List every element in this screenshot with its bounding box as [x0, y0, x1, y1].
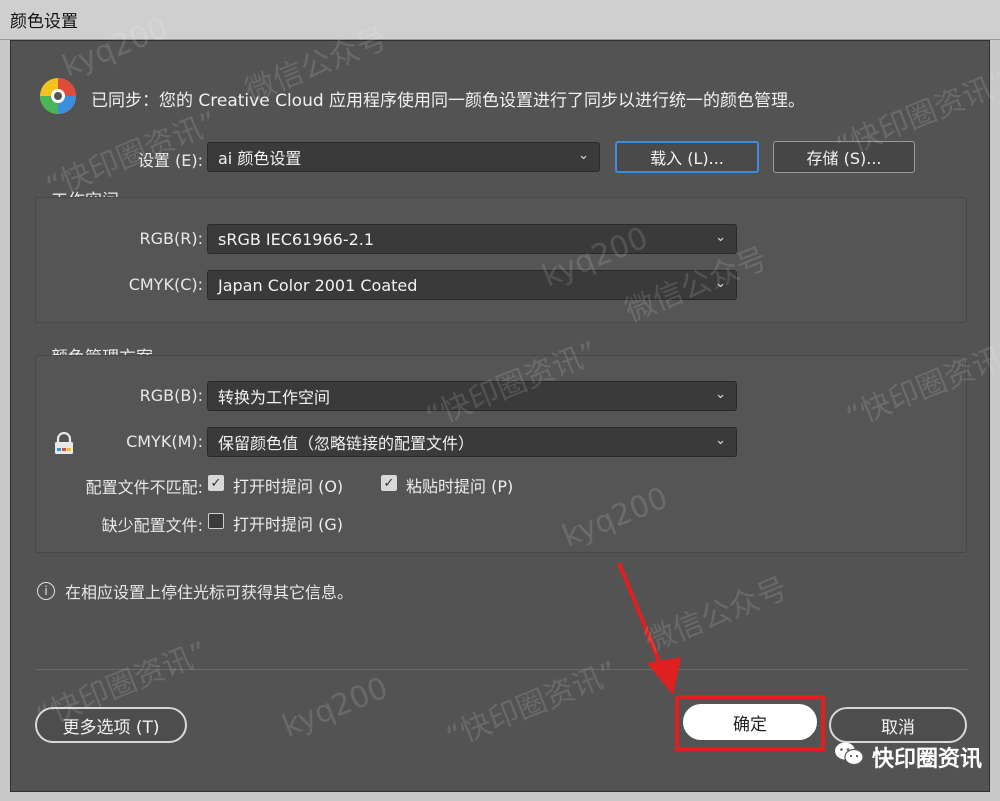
policy-rgb-value: 转换为工作空间: [218, 388, 331, 407]
policy-cmyk-label: CMYK(M):: [126, 432, 203, 451]
checkmark-icon: ✓: [383, 475, 395, 491]
info-text: 在相应设置上停住光标可获得其它信息。: [65, 583, 354, 602]
policy-rgb-select[interactable]: 转换为工作空间 ⌄: [207, 381, 737, 411]
info-row: i 在相应设置上停住光标可获得其它信息。: [37, 579, 353, 603]
policy-cmyk-value: 保留颜色值（忽略链接的配置文件）: [218, 434, 475, 453]
mismatch-paste-text: 粘贴时提问 (P): [406, 477, 514, 496]
mismatch-paste-checkbox[interactable]: ✓: [381, 475, 397, 491]
policy-cmyk-select[interactable]: 保留颜色值（忽略链接的配置文件） ⌄: [207, 427, 737, 457]
workspace-cmyk-label: CMYK(C):: [128, 275, 203, 294]
workspace-rgb-label: RGB(R):: [139, 229, 203, 248]
wechat-icon: [834, 741, 864, 773]
mismatch-open-text: 打开时提问 (O): [233, 477, 344, 496]
missing-open-checkbox[interactable]: [208, 513, 224, 529]
settings-select[interactable]: ai 颜色设置 ⌄: [207, 142, 600, 172]
missing-label: 缺少配置文件:: [101, 516, 203, 535]
policy-rgb-label: RGB(B):: [139, 386, 203, 405]
settings-label: 设置 (E):: [137, 151, 203, 170]
window-frame: 颜色设置 已同步：您的 Creative Cloud 应用程序使用同一颜色设置进…: [0, 0, 1000, 801]
chevron-down-icon: ⌄: [715, 276, 726, 291]
chevron-down-icon: ⌄: [715, 387, 726, 402]
more-options-button[interactable]: 更多选项 (T): [35, 707, 187, 743]
window-title: 颜色设置: [0, 0, 1000, 40]
workspace-rgb-value: sRGB IEC61966-2.1: [218, 229, 375, 249]
workspace-cmyk-value: Japan Color 2001 Coated: [218, 275, 418, 295]
footer-divider: [35, 669, 967, 670]
chevron-down-icon: ⌄: [578, 148, 589, 163]
brand-watermark: 快印圈资讯: [834, 741, 982, 773]
checkmark-icon: ✓: [210, 475, 222, 491]
chevron-down-icon: ⌄: [715, 433, 726, 448]
missing-open-text: 打开时提问 (G): [233, 515, 343, 534]
color-settings-dialog: 已同步：您的 Creative Cloud 应用程序使用同一颜色设置进行了同步以…: [10, 40, 990, 792]
load-button[interactable]: 载入 (L)...: [615, 141, 759, 173]
red-arrow-annotation: [611, 559, 691, 703]
cancel-button[interactable]: 取消: [829, 707, 967, 743]
mismatch-open-checkbox[interactable]: ✓: [208, 475, 224, 491]
chevron-down-icon: ⌄: [715, 230, 726, 245]
workspace-cmyk-select[interactable]: Japan Color 2001 Coated ⌄: [207, 270, 737, 300]
mismatch-label: 配置文件不匹配:: [85, 478, 203, 497]
info-icon: i: [37, 582, 55, 600]
save-button[interactable]: 存储 (S)...: [773, 141, 915, 173]
color-wheel-icon: [39, 77, 77, 119]
settings-select-value: ai 颜色设置: [218, 149, 302, 168]
workspace-rgb-select[interactable]: sRGB IEC61966-2.1 ⌄: [207, 224, 737, 254]
sync-status-text: 已同步：您的 Creative Cloud 应用程序使用同一颜色设置进行了同步以…: [91, 90, 806, 111]
workspace-group: [35, 197, 967, 323]
brand-watermark-text: 快印圈资讯: [871, 747, 982, 772]
ok-highlight-box: [675, 695, 825, 751]
sync-status-row: 已同步：您的 Creative Cloud 应用程序使用同一颜色设置进行了同步以…: [39, 77, 805, 119]
